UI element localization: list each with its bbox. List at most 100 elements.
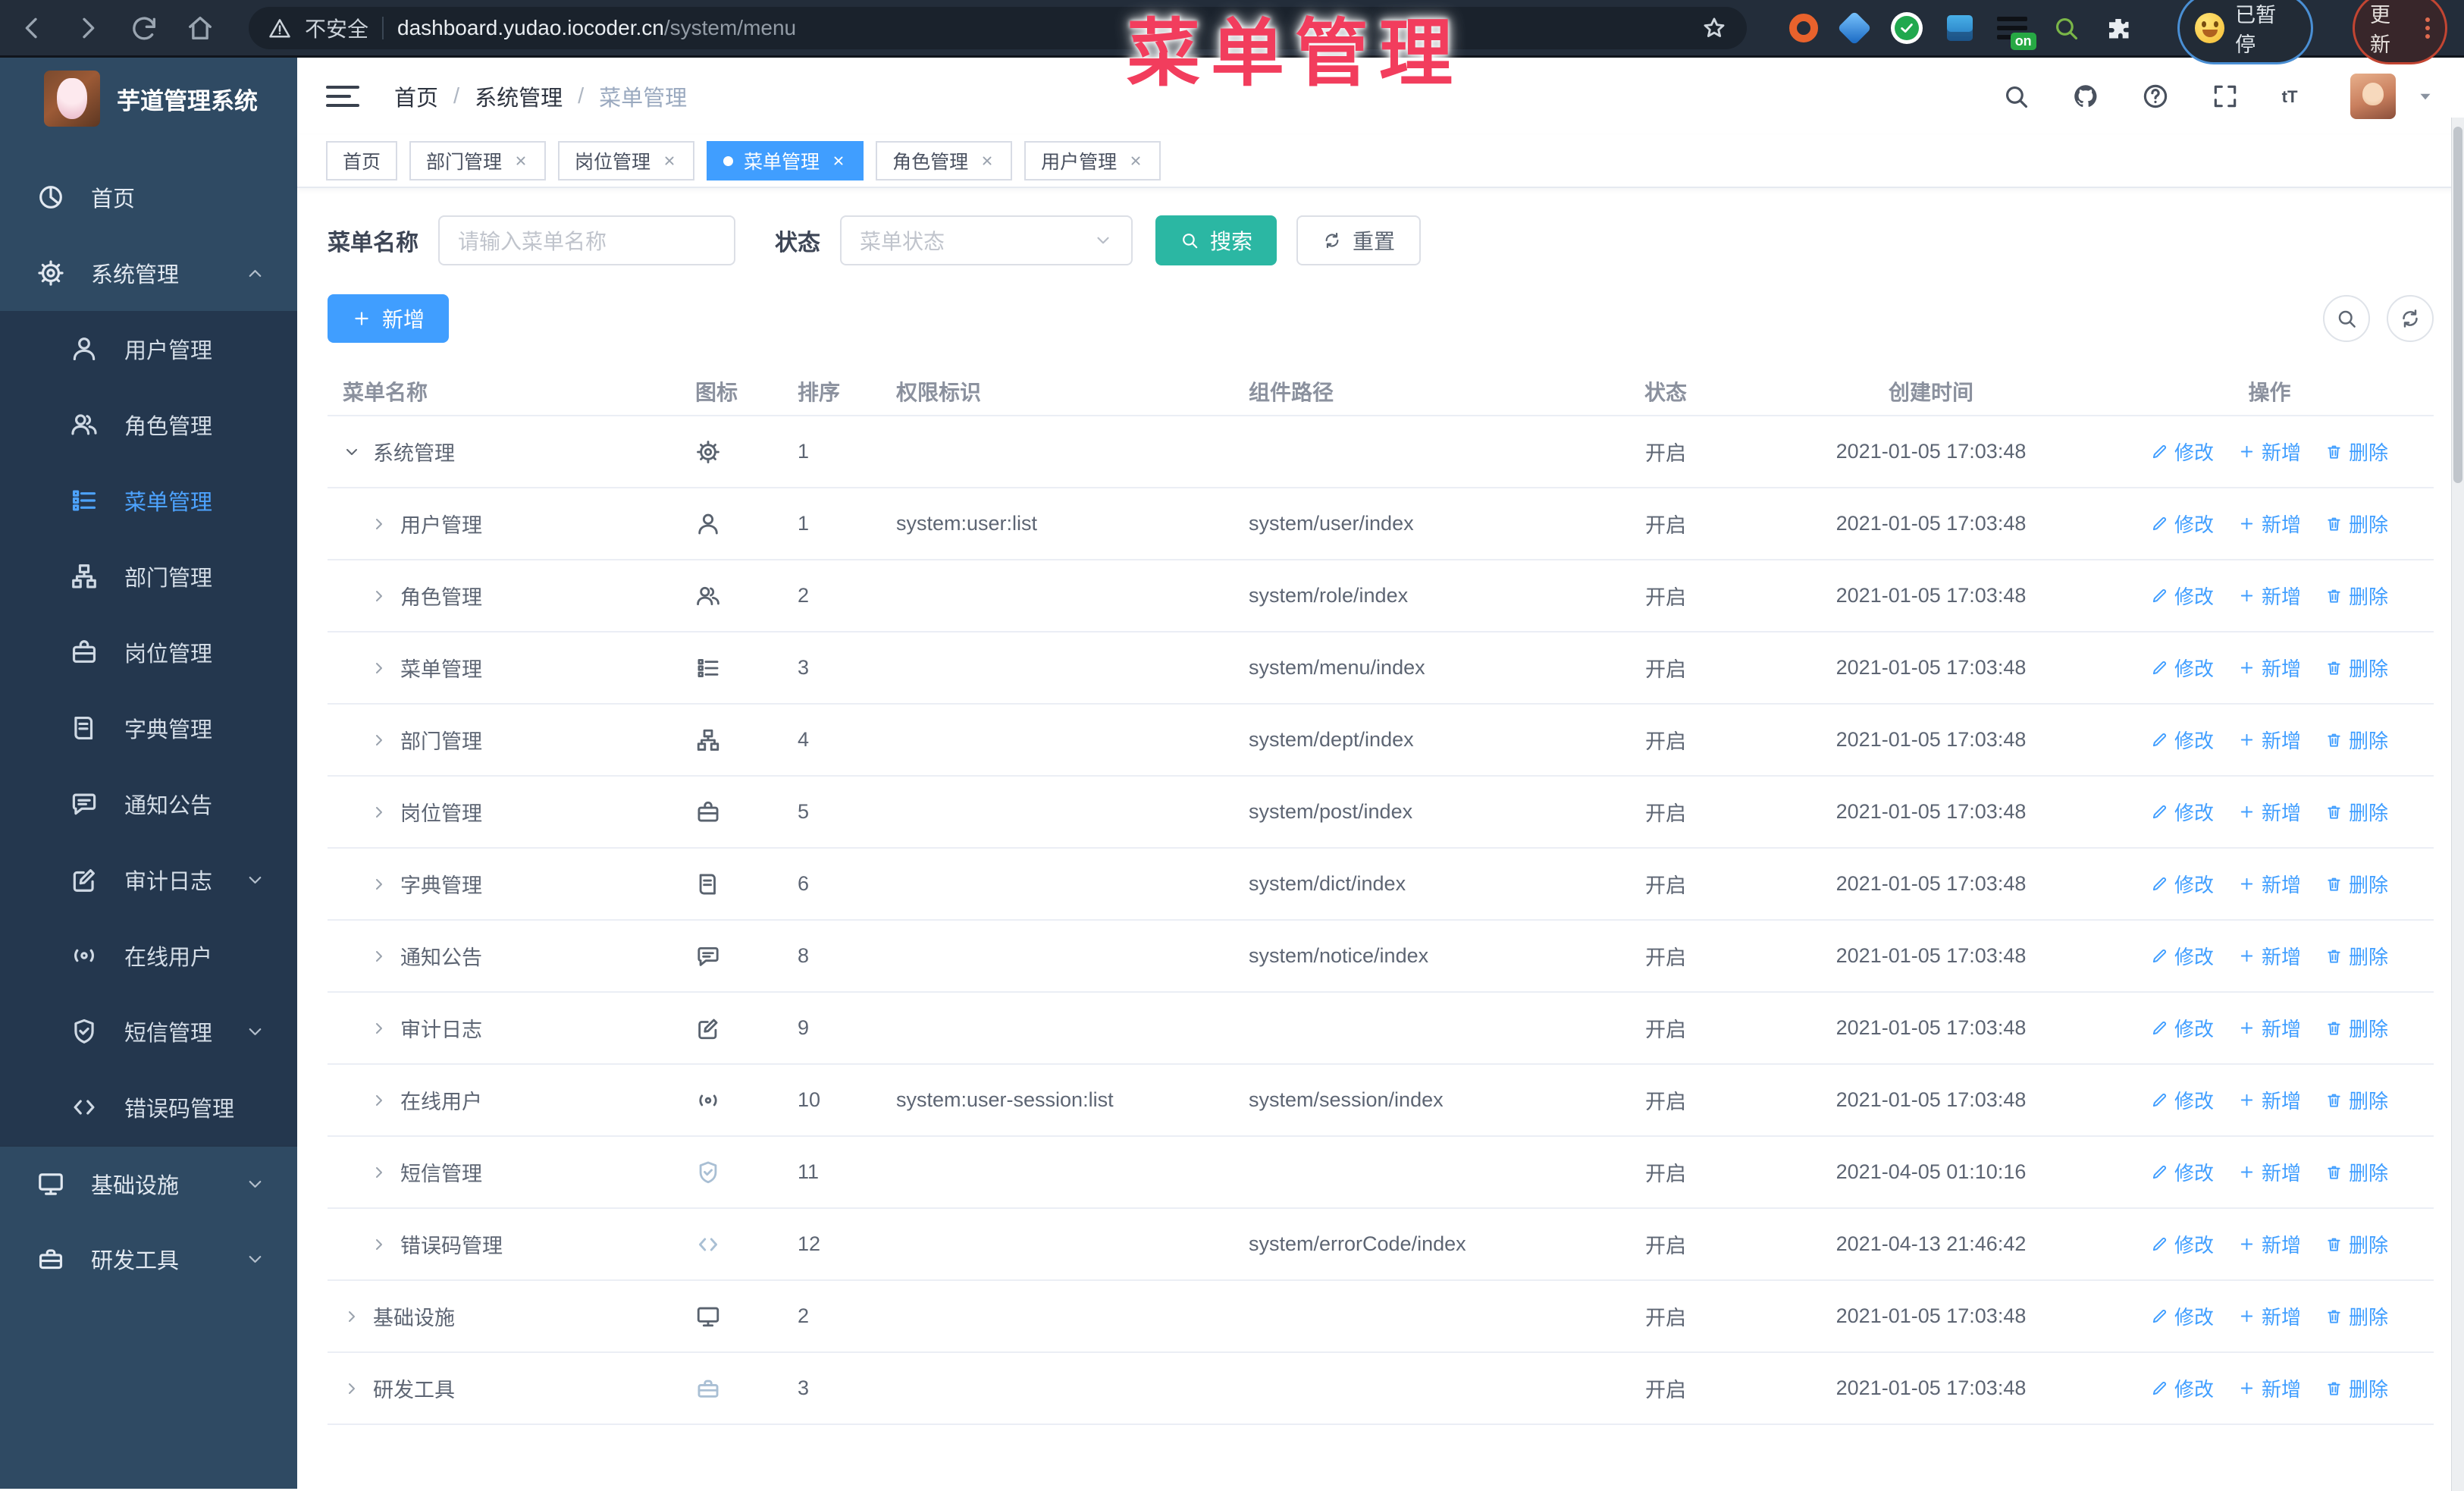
browser-home-icon[interactable] xyxy=(185,13,215,43)
sidebar-item-研发工具[interactable]: 研发工具 xyxy=(0,1221,297,1297)
row-expand-caret-icon[interactable] xyxy=(343,1380,361,1398)
add-button[interactable]: 新增 xyxy=(328,294,450,343)
tab-角色管理[interactable]: 角色管理 xyxy=(876,141,1013,180)
sidebar-item-字典管理[interactable]: 字典管理 xyxy=(0,690,297,766)
edit-link[interactable]: 修改 xyxy=(2151,870,2214,898)
tab-close-icon[interactable] xyxy=(830,152,847,169)
add-link[interactable]: 新增 xyxy=(2238,942,2301,970)
add-link[interactable]: 新增 xyxy=(2238,1302,2301,1330)
row-collapse-caret-icon[interactable] xyxy=(343,443,361,461)
row-expand-caret-icon[interactable] xyxy=(370,875,388,893)
edit-link[interactable]: 修改 xyxy=(2151,438,2214,466)
edit-link[interactable]: 修改 xyxy=(2151,942,2214,970)
tab-用户管理[interactable]: 用户管理 xyxy=(1024,141,1161,180)
sidebar-item-审计日志[interactable]: 审计日志 xyxy=(0,842,297,918)
sidebar-item-通知公告[interactable]: 通知公告 xyxy=(0,766,297,842)
user-avatar[interactable] xyxy=(2350,74,2396,119)
add-link[interactable]: 新增 xyxy=(2238,798,2301,826)
edit-link[interactable]: 修改 xyxy=(2151,1302,2214,1330)
edit-link[interactable]: 修改 xyxy=(2151,1014,2214,1042)
tab-close-icon[interactable] xyxy=(1127,152,1144,169)
row-expand-caret-icon[interactable] xyxy=(370,1019,388,1037)
help-icon[interactable] xyxy=(2141,82,2170,111)
fullscreen-icon[interactable] xyxy=(2211,82,2240,111)
profile-paused-badge[interactable]: 已暂停 xyxy=(2177,0,2313,64)
page-scrollbar[interactable] xyxy=(2451,118,2464,1491)
delete-link[interactable]: 删除 xyxy=(2325,1158,2388,1186)
breadcrumb-item[interactable]: 系统管理 xyxy=(475,80,563,112)
edit-link[interactable]: 修改 xyxy=(2151,654,2214,682)
delete-link[interactable]: 删除 xyxy=(2325,1302,2388,1330)
add-link[interactable]: 新增 xyxy=(2238,1374,2301,1402)
sidebar-item-短信管理[interactable]: 短信管理 xyxy=(0,993,297,1069)
tab-close-icon[interactable] xyxy=(979,152,995,169)
browser-back-icon[interactable] xyxy=(17,13,47,43)
sidebar-item-基础设施[interactable]: 基础设施 xyxy=(0,1145,297,1221)
edit-link[interactable]: 修改 xyxy=(2151,726,2214,754)
github-icon[interactable] xyxy=(2071,82,2100,111)
extensions-puzzle-icon[interactable] xyxy=(2105,14,2132,42)
tab-菜单管理[interactable]: 菜单管理 xyxy=(707,141,864,180)
reset-button[interactable]: 重置 xyxy=(1296,215,1422,265)
tab-close-icon[interactable] xyxy=(661,152,678,169)
delete-link[interactable]: 删除 xyxy=(2325,1014,2388,1042)
browser-forward-icon[interactable] xyxy=(73,13,103,43)
delete-link[interactable]: 删除 xyxy=(2325,942,2388,970)
row-expand-caret-icon[interactable] xyxy=(370,947,388,965)
browser-reload-icon[interactable] xyxy=(129,13,159,43)
menu-name-input[interactable]: 请输入菜单名称 xyxy=(438,215,735,265)
delete-link[interactable]: 删除 xyxy=(2325,726,2388,754)
add-link[interactable]: 新增 xyxy=(2238,1158,2301,1186)
extension-list-icon[interactable]: on xyxy=(1996,16,2036,50)
edit-link[interactable]: 修改 xyxy=(2151,798,2214,826)
extension-magnifier-icon[interactable] xyxy=(2052,14,2080,42)
search-icon[interactable] xyxy=(2002,82,2030,111)
row-expand-caret-icon[interactable] xyxy=(370,515,388,533)
tab-岗位管理[interactable]: 岗位管理 xyxy=(558,141,695,180)
tab-close-icon[interactable] xyxy=(513,152,529,169)
browser-menu-dots-icon[interactable] xyxy=(2425,17,2430,39)
delete-link[interactable]: 删除 xyxy=(2325,1230,2388,1258)
edit-link[interactable]: 修改 xyxy=(2151,510,2214,538)
delete-link[interactable]: 删除 xyxy=(2325,582,2388,610)
sidebar-item-首页[interactable]: 首页 xyxy=(0,159,297,235)
edit-link[interactable]: 修改 xyxy=(2151,1374,2214,1402)
add-link[interactable]: 新增 xyxy=(2238,870,2301,898)
sidebar-item-在线用户[interactable]: 在线用户 xyxy=(0,918,297,993)
font-size-icon[interactable] xyxy=(2281,82,2309,111)
extension-gem-icon[interactable] xyxy=(1837,10,1872,46)
scrollbar-thumb[interactable] xyxy=(2453,127,2462,483)
table-refresh-round-button[interactable] xyxy=(2387,295,2434,342)
table-search-round-button[interactable] xyxy=(2323,295,2370,342)
sidebar-item-错误码管理[interactable]: 错误码管理 xyxy=(0,1069,297,1145)
sidebar-item-部门管理[interactable]: 部门管理 xyxy=(0,538,297,614)
delete-link[interactable]: 删除 xyxy=(2325,438,2388,466)
delete-link[interactable]: 删除 xyxy=(2325,1374,2388,1402)
edit-link[interactable]: 修改 xyxy=(2151,1086,2214,1114)
delete-link[interactable]: 删除 xyxy=(2325,654,2388,682)
status-select[interactable]: 菜单状态 xyxy=(840,215,1133,265)
row-expand-caret-icon[interactable] xyxy=(370,1235,388,1254)
add-link[interactable]: 新增 xyxy=(2238,438,2301,466)
edit-link[interactable]: 修改 xyxy=(2151,1230,2214,1258)
sidebar-item-系统管理[interactable]: 系统管理 xyxy=(0,235,297,311)
extension-ring-icon[interactable] xyxy=(1788,13,1818,42)
add-link[interactable]: 新增 xyxy=(2238,1014,2301,1042)
delete-link[interactable]: 删除 xyxy=(2325,870,2388,898)
tab-部门管理[interactable]: 部门管理 xyxy=(409,141,547,180)
add-link[interactable]: 新增 xyxy=(2238,654,2301,682)
sidebar-item-岗位管理[interactable]: 岗位管理 xyxy=(0,614,297,690)
delete-link[interactable]: 删除 xyxy=(2325,1086,2388,1114)
extension-check-icon[interactable] xyxy=(1890,11,1923,44)
add-link[interactable]: 新增 xyxy=(2238,582,2301,610)
add-link[interactable]: 新增 xyxy=(2238,1230,2301,1258)
row-expand-caret-icon[interactable] xyxy=(343,1307,361,1326)
breadcrumb-item[interactable]: 首页 xyxy=(394,80,438,112)
row-expand-caret-icon[interactable] xyxy=(370,587,388,605)
row-expand-caret-icon[interactable] xyxy=(370,731,388,749)
row-expand-caret-icon[interactable] xyxy=(370,659,388,677)
add-link[interactable]: 新增 xyxy=(2238,1086,2301,1114)
address-bar[interactable]: 不安全 dashboard.yudao.iocoder.cn/system/me… xyxy=(249,6,1747,49)
avatar-caret-down-icon[interactable] xyxy=(2415,86,2435,106)
add-link[interactable]: 新增 xyxy=(2238,510,2301,538)
